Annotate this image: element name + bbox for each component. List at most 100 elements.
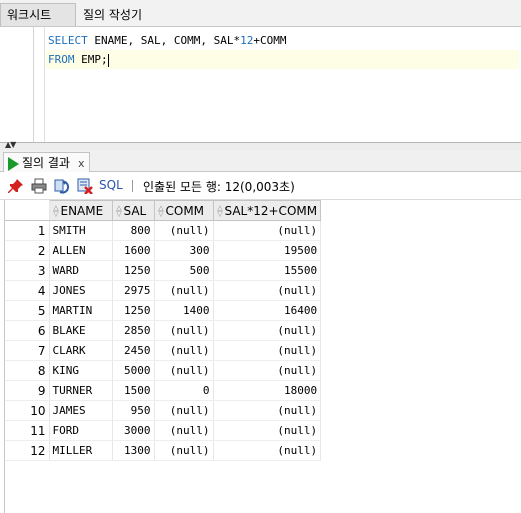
query-result-tab-label: 질의 결과 (22, 156, 70, 170)
cell-comm[interactable]: (null) (154, 320, 214, 341)
table-row[interactable]: 2 ALLEN 1600 300 19500 (5, 240, 322, 261)
cell-ename[interactable]: JONES (49, 280, 113, 301)
column-header-sal[interactable]: △ ▽ SAL (111, 200, 155, 221)
table-row[interactable]: 5 MARTIN 1250 1400 16400 (5, 300, 322, 321)
cell-ename[interactable]: KING (49, 360, 113, 381)
table-row[interactable]: 8 KING 5000 (null) (null) (5, 360, 322, 381)
cell-annual-pay[interactable]: (null) (213, 280, 322, 301)
refresh-icon[interactable] (54, 178, 70, 194)
cell-sal[interactable]: 2975 (112, 280, 155, 301)
code-number: 12 (240, 34, 254, 47)
cell-annual-pay[interactable]: 15500 (213, 260, 322, 281)
cell-sal[interactable]: 1600 (112, 240, 155, 261)
column-header-ename[interactable]: △ ▽ ENAME (48, 200, 113, 221)
cell-sal[interactable]: 2450 (112, 340, 155, 361)
cell-annual-pay[interactable]: (null) (213, 340, 322, 361)
cell-sal[interactable]: 1250 (112, 260, 155, 281)
cell-comm[interactable]: 1400 (154, 300, 214, 321)
code-text: EMP; (74, 53, 108, 66)
cell-sal[interactable]: 1300 (112, 440, 155, 461)
cell-annual-pay[interactable]: 19500 (213, 240, 322, 261)
sql-button[interactable]: SQL (99, 178, 123, 192)
collapse-arrows-icon[interactable]: ▲▼ (5, 141, 16, 149)
cell-comm[interactable]: (null) (154, 440, 214, 461)
table-row[interactable]: 4 JONES 2975 (null) (null) (5, 280, 322, 301)
cell-annual-pay[interactable]: (null) (213, 320, 322, 341)
result-rows: 1 SMITH 800 (null) (null) 2 ALLEN 1600 300 19500 3… (5, 220, 322, 461)
sort-icon[interactable]: △ ▽ (158, 204, 165, 217)
code-line-2[interactable]: FROM EMP; (46, 50, 519, 69)
cell-annual-pay[interactable]: (null) (213, 400, 322, 421)
code-line-1[interactable]: SELECT ENAME, SAL, COMM, SAL*12+COMM (48, 31, 519, 50)
table-row[interactable]: 3 WARD 1250 500 15500 (5, 260, 322, 281)
cell-ename[interactable]: MARTIN (49, 300, 113, 321)
cell-sal[interactable]: 2850 (112, 320, 155, 341)
cell-ename[interactable]: ALLEN (49, 240, 113, 261)
cell-comm[interactable]: 300 (154, 240, 214, 261)
table-row[interactable]: 6 BLAKE 2850 (null) (null) (5, 320, 322, 341)
text-cursor (107, 53, 109, 67)
cell-comm[interactable]: (null) (154, 360, 214, 381)
cell-comm[interactable]: (null) (154, 400, 214, 421)
cell-ename[interactable]: TURNER (49, 380, 113, 401)
sql-editor[interactable]: SELECT ENAME, SAL, COMM, SAL*12+COMM FRO… (0, 27, 521, 142)
tab-worksheet[interactable]: 워크시트 (0, 3, 76, 26)
cell-sal[interactable]: 3000 (112, 420, 155, 441)
keyword-select: SELECT (48, 34, 88, 47)
sort-icon[interactable]: △ ▽ (217, 204, 224, 217)
table-row[interactable]: 9 TURNER 1500 0 18000 (5, 380, 322, 401)
sort-icon[interactable]: △ ▽ (116, 204, 123, 217)
cell-ename[interactable]: MILLER (49, 440, 113, 461)
cell-comm[interactable]: (null) (154, 220, 214, 241)
results-toolbar: SQL 인출된 모든 행: 12(0,003초) (0, 172, 521, 200)
column-label: SAL (123, 203, 147, 218)
tab-query-result[interactable]: 질의 결과 x (3, 152, 90, 172)
result-grid[interactable]: △ ▽ ENAME △ ▽ SAL △ ▽ COMM △ ▽ SAL*12+COMM 1 SMIT… (4, 200, 521, 513)
cell-sal[interactable]: 1250 (112, 300, 155, 321)
toolbar-separator (132, 180, 133, 192)
cell-sal[interactable]: 950 (112, 400, 155, 421)
cell-annual-pay[interactable]: (null) (213, 440, 322, 461)
keyword-from: FROM (48, 53, 75, 66)
cell-sal[interactable]: 1500 (112, 380, 155, 401)
cell-annual-pay[interactable]: (null) (213, 420, 322, 441)
cell-ename[interactable]: BLAKE (49, 320, 113, 341)
table-row[interactable]: 7 CLARK 2450 (null) (null) (5, 340, 322, 361)
column-header-comm[interactable]: △ ▽ COMM (153, 200, 214, 221)
column-header-annual-pay[interactable]: △ ▽ SAL*12+COMM (212, 200, 322, 221)
table-row[interactable]: 1 SMITH 800 (null) (null) (5, 220, 322, 241)
pane-splitter[interactable]: ▲▼ (0, 141, 521, 150)
table-row[interactable]: 10 JAMES 950 (null) (null) (5, 400, 322, 421)
table-row[interactable]: 11 FORD 3000 (null) (null) (5, 420, 322, 441)
cell-ename[interactable]: SMITH (49, 220, 113, 241)
cell-comm[interactable]: (null) (154, 280, 214, 301)
cell-annual-pay[interactable]: 18000 (213, 380, 322, 401)
tab-query-builder[interactable]: 질의 작성기 (77, 4, 148, 26)
cell-comm[interactable]: (null) (154, 340, 214, 361)
cell-sal[interactable]: 5000 (112, 360, 155, 381)
cell-annual-pay[interactable]: (null) (213, 220, 322, 241)
cell-ename[interactable]: FORD (49, 420, 113, 441)
sql-code[interactable]: SELECT ENAME, SAL, COMM, SAL*12+COMM FRO… (46, 31, 519, 69)
cell-annual-pay[interactable]: (null) (213, 360, 322, 381)
cell-ename[interactable]: JAMES (49, 400, 113, 421)
cell-annual-pay[interactable]: 16400 (213, 300, 322, 321)
cell-comm[interactable]: (null) (154, 420, 214, 441)
cell-comm[interactable]: 500 (154, 260, 214, 281)
pin-icon[interactable] (8, 178, 24, 194)
cell-sal[interactable]: 800 (112, 220, 155, 241)
print-icon[interactable] (31, 178, 47, 194)
code-text: +COMM (253, 34, 287, 47)
delete-icon[interactable] (77, 178, 93, 194)
row-number: 8 (5, 360, 50, 381)
row-number: 7 (5, 340, 50, 361)
sort-icon[interactable]: △ ▽ (53, 204, 60, 217)
cell-ename[interactable]: WARD (49, 260, 113, 281)
table-row[interactable]: 12 MILLER 1300 (null) (null) (5, 440, 322, 461)
row-number: 6 (5, 320, 50, 341)
column-label: COMM (165, 203, 205, 218)
row-number: 3 (5, 260, 50, 281)
close-icon[interactable]: x (78, 157, 85, 170)
cell-comm[interactable]: 0 (154, 380, 214, 401)
cell-ename[interactable]: CLARK (49, 340, 113, 361)
